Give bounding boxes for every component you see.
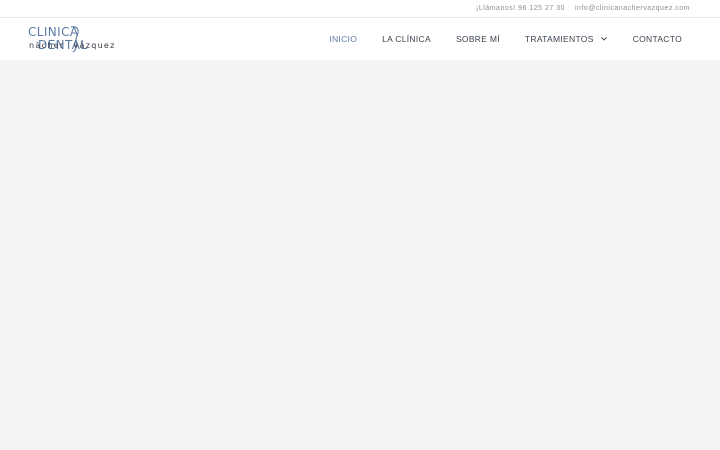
email-link[interactable]: info@clinicanachervazquez.com (575, 5, 690, 12)
hero-area (0, 60, 720, 450)
logo-word-nacher: nàcher (29, 41, 65, 50)
nav-item-label: LA CLÍNICA (382, 34, 431, 44)
top-contact-bar: ¡Llámanos! 96 125 27 30 info@clinicanach… (0, 0, 720, 18)
main-nav: INICIO LA CLÍNICA SOBRE MÍ TRATAMIENTOS … (304, 18, 682, 60)
nav-item-tratamientos[interactable]: TRATAMIENTOS (525, 34, 608, 44)
nav-item-inicio[interactable]: INICIO (329, 34, 357, 44)
nav-item-contacto[interactable]: CONTACTO (633, 34, 682, 44)
nav-item-label: SOBRE MÍ (455, 34, 500, 44)
clinic-logo[interactable]: CLINICADENTAL nàcher vàzquez (28, 26, 124, 53)
phone-link[interactable]: ¡Llámanos! 96 125 27 30 (476, 5, 565, 12)
logo-word-vazquez: vàzquez (73, 41, 116, 50)
nav-item-label: TRATAMIENTOS (524, 34, 594, 44)
logo-bottom-line: nàcher vàzquez (29, 41, 116, 51)
nav-item-sobre-mi[interactable]: SOBRE MÍ (456, 34, 500, 44)
site-header: CLINICADENTAL nàcher vàzquez INICIO LA CL… (0, 18, 720, 60)
chevron-down-icon (600, 37, 607, 41)
nav-item-la-clinica[interactable]: LA CLÍNICA (382, 34, 431, 44)
nav-item-label: INICIO (329, 34, 358, 44)
nav-item-label: CONTACTO (632, 34, 682, 44)
